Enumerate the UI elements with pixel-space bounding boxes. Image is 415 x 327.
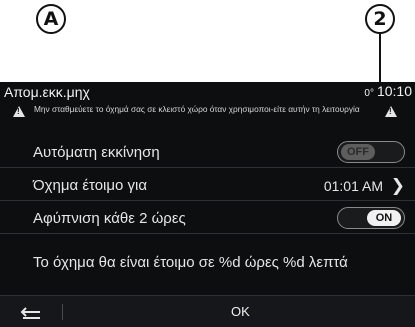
auto-start-row[interactable]: Αυτόματη εκκίνηση OFF (0, 137, 415, 168)
ready-for-row[interactable]: Όχημα έτοιμο για 01:01 AM ❯ (0, 170, 415, 201)
wakeup-row[interactable]: Αφύπνιση κάθε 2 ώρες ON (0, 203, 415, 234)
ready-for-label: Όχημα έτοιμο για (33, 177, 148, 194)
callout-a: A (36, 4, 66, 34)
toggle-state: OFF (341, 144, 375, 160)
title-bar: Απομ.εκκ.μηχ 0° 10:10 (0, 82, 415, 104)
back-button[interactable] (18, 302, 48, 322)
toggle-state: ON (367, 210, 401, 226)
back-arrow-icon (20, 307, 40, 319)
ready-time-message: Το όχημα θα είναι έτοιμο σε %d ώρες %d λ… (33, 254, 348, 271)
status-clock: 0° 10:10 (364, 83, 412, 99)
wakeup-toggle[interactable]: ON (337, 207, 405, 229)
divider (62, 304, 63, 320)
callout-2: 2 (365, 4, 395, 34)
bottom-action-bar: OK (0, 295, 415, 327)
ready-time-value: 01:01 AM (323, 178, 383, 194)
auto-start-toggle[interactable]: OFF (337, 141, 405, 163)
chevron-right-icon: ❯ (390, 176, 405, 195)
ok-button[interactable]: OK (231, 304, 250, 319)
temperature-readout: 0° (364, 88, 374, 99)
wakeup-label: Αφύπνιση κάθε 2 ώρες (33, 210, 186, 227)
time-readout: 10:10 (376, 83, 412, 99)
warning-banner: Μην σταθμεύετε το όχημά σας σε κλειστό χ… (0, 102, 415, 124)
page-title: Απομ.εκκ.μηχ (4, 84, 90, 100)
infotainment-screen: Απομ.εκκ.μηχ 0°10:10 Μην σταθμεύετε το ό… (0, 82, 415, 327)
warning-text: Μην σταθμεύετε το όχημά σας σε κλειστό χ… (34, 104, 360, 114)
warning-icon (385, 106, 397, 117)
warning-icon (13, 106, 25, 117)
auto-start-label: Αυτόματη εκκίνηση (33, 144, 160, 161)
